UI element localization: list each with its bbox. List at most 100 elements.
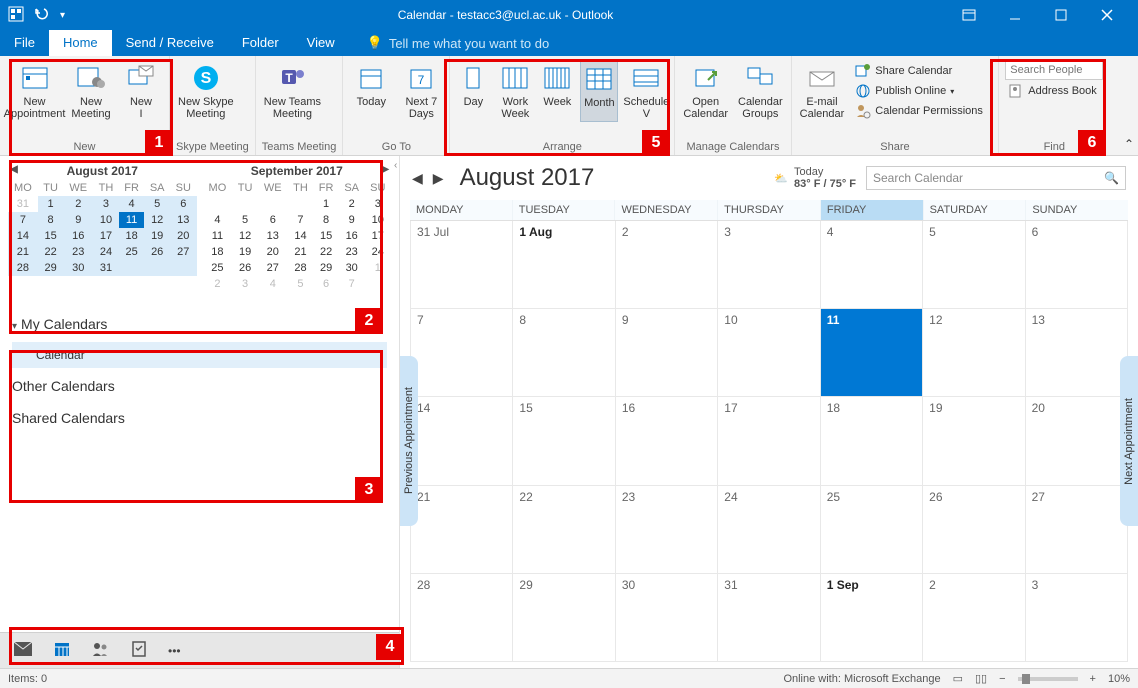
mini-day[interactable]: 13 [258,228,288,244]
mini-day[interactable]: 18 [203,244,233,260]
close-button[interactable] [1084,0,1130,30]
mini-day[interactable]: 17 [365,228,392,244]
next-appointment-tab[interactable]: Next Appointment [1120,356,1138,526]
next-period-button[interactable]: ▶ [433,170,444,187]
calendar-cell[interactable]: 21 [411,486,513,574]
mini-day[interactable]: 7 [8,212,38,228]
calendar-cell[interactable]: 23 [616,486,718,574]
address-book-button[interactable]: Address Book [1005,82,1103,100]
mini-day[interactable]: 12 [144,212,170,228]
mini-day[interactable]: 27 [170,244,197,260]
calendar-cell[interactable]: 10 [718,309,820,397]
next-month-icon[interactable]: ▶ [381,164,389,175]
calendar-nav-icon[interactable] [54,641,70,660]
mini-day[interactable]: 31 [8,196,38,212]
new-teams-meeting-button[interactable]: T New Teams Meeting [262,60,323,122]
maximize-button[interactable] [1038,0,1084,30]
new-skype-meeting-button[interactable]: S New Skype Meeting [176,60,236,122]
mini-day[interactable]: 20 [170,228,197,244]
email-calendar-button[interactable]: E-mail Calendar [798,60,847,122]
zoom-slider[interactable] [1018,677,1078,681]
day-button[interactable]: Day [456,60,490,122]
mini-day[interactable]: 3 [232,276,258,292]
mini-day[interactable] [144,260,170,276]
mini-day[interactable]: 10 [365,212,392,228]
mini-day[interactable]: 23 [339,244,365,260]
mini-day[interactable]: 29 [313,260,339,276]
mini-day[interactable]: 6 [313,276,339,292]
zoom-in-button[interactable]: + [1090,673,1096,685]
mini-day[interactable]: 11 [119,212,145,228]
mini-day[interactable] [170,260,197,276]
mini-day[interactable] [119,260,145,276]
shared-calendars-header[interactable]: Shared Calendars [12,402,387,434]
mini-day[interactable]: 19 [232,244,258,260]
mini-day[interactable]: 2 [339,196,365,212]
calendar-cell[interactable]: 27 [1026,486,1128,574]
mini-day[interactable] [203,196,233,212]
mini-day[interactable]: 11 [203,228,233,244]
share-calendar-button[interactable]: Share Calendar [852,62,992,80]
mini-day[interactable]: 9 [63,212,93,228]
mini-day[interactable]: 30 [339,260,365,276]
weather-widget[interactable]: ⛅ Today 83° F / 75° F [774,166,856,190]
mini-day[interactable]: 4 [203,212,233,228]
mini-day[interactable]: 7 [339,276,365,292]
mini-day[interactable]: 6 [258,212,288,228]
other-calendars-header[interactable]: Other Calendars [12,370,387,402]
calendar-cell[interactable]: 15 [513,397,615,485]
workweek-button[interactable]: Work Week [496,60,534,122]
mini-day[interactable]: 1 [38,196,64,212]
mini-day[interactable]: 20 [258,244,288,260]
calendar-cell[interactable]: 11 [821,309,923,397]
mini-day[interactable]: 7 [288,212,314,228]
calendar-cell[interactable]: 26 [923,486,1025,574]
calendar-cell[interactable]: 5 [923,221,1025,309]
tab-home[interactable]: Home [49,30,112,56]
mini-day[interactable]: 30 [63,260,93,276]
people-icon[interactable] [92,642,110,659]
mini-day[interactable]: 1 [365,260,392,276]
collapse-ribbon-icon[interactable]: ⌃ [1124,137,1134,151]
calendar-cell[interactable]: 4 [821,221,923,309]
calendar-permissions-button[interactable]: Calendar Permissions [852,102,992,120]
today-button[interactable]: Today [349,60,393,122]
calendar-cell[interactable]: 20 [1026,397,1128,485]
previous-appointment-tab[interactable]: Previous Appointment [400,356,418,526]
publish-online-button[interactable]: Publish Online ▾ [852,82,992,100]
mini-day[interactable]: 21 [288,244,314,260]
calendar-cell[interactable]: 8 [513,309,615,397]
mini-day[interactable] [288,196,314,212]
mini-day[interactable]: 15 [313,228,339,244]
mini-day[interactable] [365,276,392,292]
calendar-cell[interactable]: 14 [411,397,513,485]
mini-day[interactable]: 14 [288,228,314,244]
mini-day[interactable]: 16 [63,228,93,244]
calendar-cell[interactable]: 2 [923,574,1025,662]
calendar-cell[interactable]: 2 [616,221,718,309]
mini-day[interactable]: 23 [63,244,93,260]
mini-day[interactable]: 28 [8,260,38,276]
mini-day[interactable]: 3 [365,196,392,212]
mini-day[interactable]: 2 [63,196,93,212]
search-calendar-input[interactable]: Search Calendar 🔍 [866,166,1126,190]
mail-icon[interactable] [14,642,32,659]
mini-day[interactable]: 14 [8,228,38,244]
calendar-cell[interactable]: 18 [821,397,923,485]
week-button[interactable]: Week [540,60,574,122]
mini-day[interactable]: 16 [339,228,365,244]
calendar-cell[interactable]: 9 [616,309,718,397]
mini-day[interactable]: 25 [203,260,233,276]
search-people-input[interactable] [1005,60,1103,80]
mini-day[interactable] [232,196,258,212]
mini-day[interactable]: 17 [93,228,119,244]
undo-icon[interactable] [34,6,50,25]
calendar-groups-button[interactable]: Calendar Groups [736,60,785,122]
mini-day[interactable]: 2 [203,276,233,292]
calendar-cell[interactable]: 22 [513,486,615,574]
my-calendars-header[interactable]: My Calendars [12,308,387,340]
calendar-cell[interactable]: 30 [616,574,718,662]
mini-day[interactable] [258,196,288,212]
tab-file[interactable]: File [0,30,49,56]
calendar-cell[interactable]: 29 [513,574,615,662]
